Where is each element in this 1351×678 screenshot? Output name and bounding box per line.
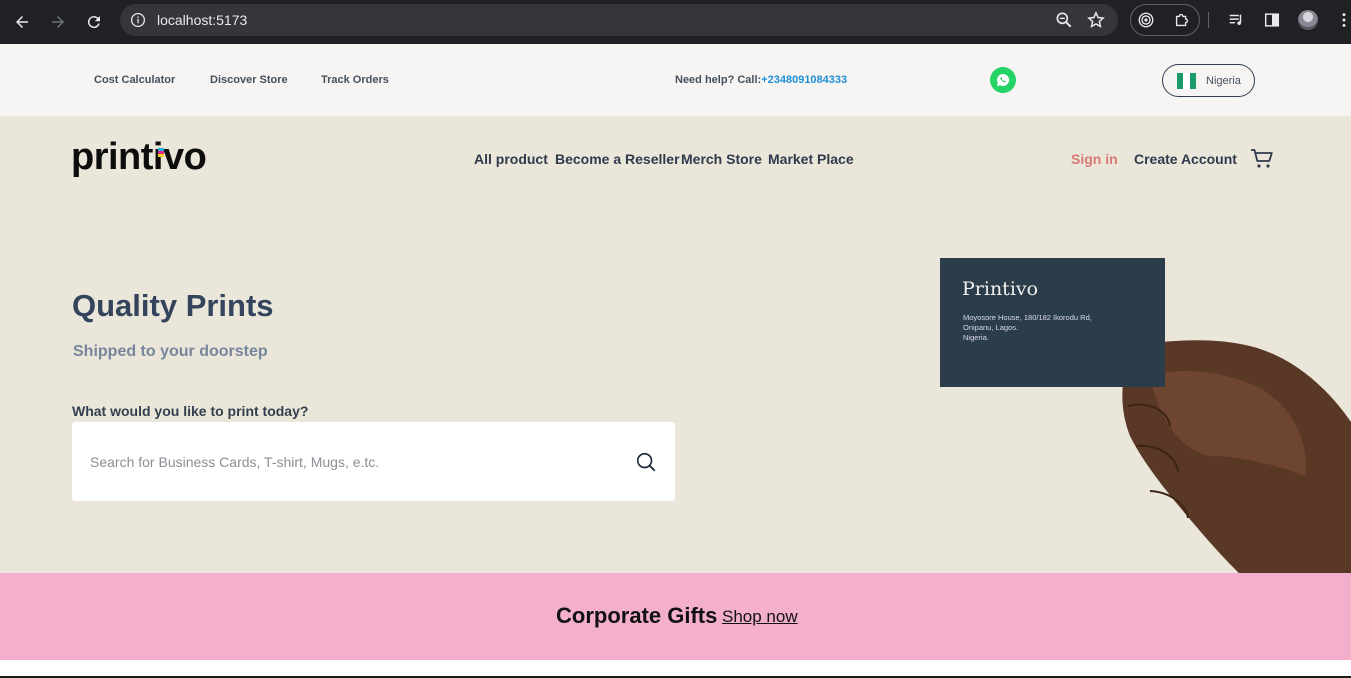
forward-button[interactable] [44, 8, 72, 36]
business-card: Printivo Moyosore House, 180/182 Ikorodu… [940, 258, 1165, 387]
logo-color-dots [158, 148, 164, 157]
create-account-link[interactable]: Create Account [1134, 151, 1237, 167]
hero-subtitle: Shipped to your doorstep [73, 343, 268, 360]
toolbar-separator [1208, 12, 1209, 28]
nav-all-product[interactable]: All product [474, 151, 548, 167]
arrow-right-icon [52, 16, 64, 28]
cost-calculator-link[interactable]: Cost Calculator [94, 74, 175, 86]
address-bar[interactable]: localhost:5173 [120, 4, 1118, 36]
nigeria-flag-icon [1177, 73, 1196, 89]
help-text: Need help? Call: [675, 74, 762, 86]
nav-merch-store[interactable]: Merch Store [681, 151, 762, 167]
browser-toolbar: localhost:5173 [0, 0, 1351, 44]
back-button[interactable] [8, 8, 36, 36]
card-brand: Printivo [962, 278, 1039, 300]
nav-become-reseller[interactable]: Become a Reseller [555, 151, 680, 167]
logo-text: printivo [71, 136, 207, 178]
product-search-input[interactable] [72, 422, 675, 501]
country-name: Nigeria [1206, 75, 1241, 87]
cart-icon[interactable] [1250, 148, 1274, 170]
media-icon[interactable] [1136, 10, 1156, 30]
utility-bar: Cost Calculator Discover Store Track Ord… [0, 44, 1351, 116]
card-address-line2: Onipanu, Lagos. [963, 323, 1019, 332]
promo-title: Corporate Gifts [556, 603, 718, 628]
card-address-line1: Moyosore House, 180/182 Ikorodu Rd, [963, 313, 1092, 322]
shop-now-link[interactable]: Shop now [722, 607, 798, 627]
whatsapp-icon[interactable] [990, 67, 1016, 93]
zoom-icon[interactable] [1054, 10, 1074, 30]
phone-link[interactable]: +2348091084333 [761, 74, 847, 86]
extensions-puzzle-icon[interactable] [1172, 10, 1192, 30]
track-orders-link[interactable]: Track Orders [321, 74, 389, 86]
printivo-logo[interactable]: printivo [71, 136, 207, 179]
search-icon[interactable] [635, 451, 657, 473]
search-label: What would you like to print today? [72, 403, 309, 419]
reload-icon [87, 16, 100, 29]
help-contact: Need help? Call:+2348091084333 [675, 74, 847, 86]
site-info-icon[interactable] [128, 10, 148, 30]
reload-button[interactable] [80, 8, 108, 36]
nav-market-place[interactable]: Market Place [768, 151, 854, 167]
hero-title: Quality Prints [72, 288, 274, 323]
discover-store-link[interactable]: Discover Store [210, 74, 288, 86]
reading-list-icon[interactable] [1226, 10, 1246, 30]
more-menu-icon[interactable] [1334, 10, 1351, 30]
promo-banner: Corporate Gifts Shop now [0, 573, 1351, 660]
sign-in-link[interactable]: Sign in [1071, 151, 1118, 167]
country-selector[interactable]: Nigeria [1162, 64, 1255, 97]
bookmark-star-icon[interactable] [1086, 10, 1106, 30]
arrow-left-icon [16, 16, 28, 28]
card-address: Moyosore House, 180/182 Ikorodu Rd, Onip… [963, 313, 1113, 343]
url-text: localhost:5173 [157, 12, 248, 28]
side-panel-icon[interactable] [1262, 10, 1282, 30]
hero-section: printivo All product Become a Reseller M… [0, 116, 1351, 573]
profile-avatar[interactable] [1298, 10, 1318, 30]
card-address-line3: Nigeria. [963, 333, 989, 342]
